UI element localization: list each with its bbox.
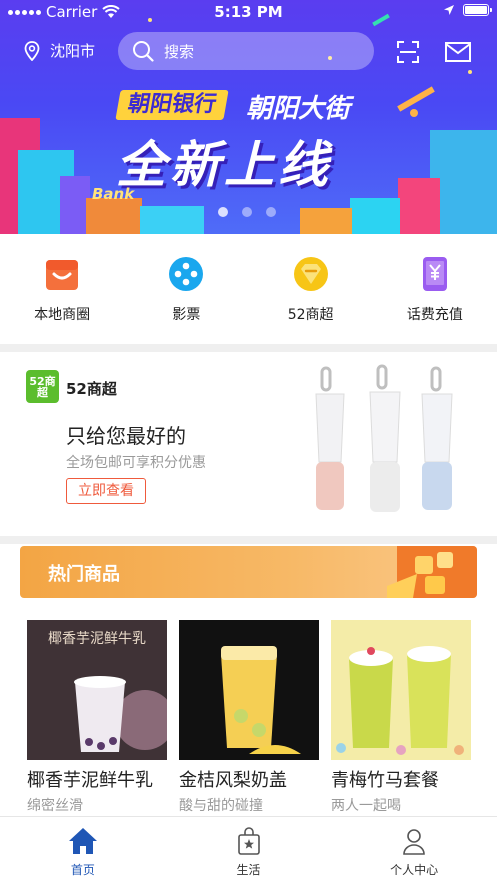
city-label: 沈阳市 (50, 42, 96, 60)
pager-dot[interactable] (218, 207, 228, 217)
product-name: 椰香芋泥鲜牛乳 (27, 770, 153, 791)
kumquat-pineapple-drink-image (179, 620, 319, 760)
tab-label: 首页 (70, 863, 95, 877)
category-movie-tickets[interactable]: 影票 (124, 234, 248, 344)
product-card[interactable]: 金桔风梨奶盖 酸与甜的碰撞 (179, 620, 319, 815)
mail-icon[interactable] (445, 42, 471, 62)
banner-subtitle: 朝阳大街 (246, 94, 351, 124)
tab-home[interactable]: 首页 (0, 817, 166, 883)
product-subtitle: 绵密丝滑 (27, 798, 83, 814)
banner-badge: 朝阳银行 (115, 90, 229, 120)
person-icon (403, 829, 425, 855)
hot-goods-title: 热门商品 (48, 564, 120, 585)
52-market-logo: 52商超 (26, 370, 59, 403)
view-now-button[interactable]: 立即查看 (66, 478, 146, 504)
category-local-business[interactable]: 本地商圈 (0, 234, 124, 344)
product-name: 青梅竹马套餐 (331, 770, 439, 791)
category-52-supermarket[interactable]: 52商超 (249, 234, 373, 344)
category-label: 52商超 (287, 307, 334, 323)
status-bar: Carrier 5:13 PM (0, 0, 497, 24)
promo-description: 全场包邮可享积分优惠 (66, 455, 206, 471)
category-grid: 本地商圈 影票 52商超 话费充值 (0, 234, 497, 344)
product-card[interactable]: 青梅竹马套餐 两人一起喝 (331, 620, 471, 815)
promo-brand: 52商超 (66, 380, 117, 398)
search-placeholder: 搜索 (164, 42, 195, 61)
promo-title: 只给您最好的 (66, 424, 186, 448)
category-label: 影票 (172, 307, 201, 323)
banner-title: 全新上线 (116, 136, 332, 194)
status-right (443, 4, 492, 16)
shopping-bag-icon (46, 260, 79, 290)
product-image (331, 620, 471, 760)
promo-card[interactable]: 52商超 52商超 只给您最好的 全场包邮可享积分优惠 立即查看 (0, 352, 497, 536)
tab-personal-center[interactable]: 个人中心 (331, 817, 497, 883)
location-pin-icon (24, 40, 40, 61)
product-image: 椰香芋泥鲜牛乳 (27, 620, 167, 760)
bank-sign: Bank (92, 185, 135, 203)
diamond-icon (293, 257, 328, 291)
shopping-bag-star-icon (237, 827, 260, 855)
phone-yuan-icon (422, 257, 447, 291)
scan-icon[interactable] (396, 40, 420, 64)
hot-goods-list: 椰香芋泥鲜牛乳 椰香芋泥鲜牛乳 绵密丝滑 金桔风梨奶盖 酸与甜的碰撞 青梅竹马套… (0, 620, 497, 816)
pager-dot[interactable] (266, 207, 276, 217)
film-reel-icon (169, 257, 204, 291)
plum-drink-set-image (331, 620, 471, 760)
top-banner[interactable]: Carrier 5:13 PM 沈阳市 搜索 朝阳银行 朝阳大街 全新上线 Ba… (0, 0, 497, 234)
tab-label: 生活 (236, 863, 261, 877)
tab-life[interactable]: 生活 (166, 817, 332, 883)
product-card[interactable]: 椰香芋泥鲜牛乳 椰香芋泥鲜牛乳 绵密丝滑 (27, 620, 167, 815)
search-icon (133, 41, 154, 62)
section-divider (0, 536, 497, 544)
category-label: 本地商圈 (34, 307, 91, 323)
search-input[interactable]: 搜索 (118, 32, 374, 70)
city-selector[interactable]: 沈阳市 (24, 40, 95, 61)
product-subtitle: 酸与甜的碰撞 (179, 798, 263, 814)
pager-dot[interactable] (242, 207, 252, 217)
category-label: 话费充值 (406, 307, 463, 323)
logo-text: 52商超 (29, 374, 56, 399)
tab-label: 个人中心 (390, 863, 439, 877)
product-image (179, 620, 319, 760)
banner-pager (218, 207, 276, 217)
home-icon (68, 828, 97, 854)
bottom-tab-bar: 首页 生活 个人中心 (0, 816, 497, 883)
blender-bottles-image (315, 364, 453, 512)
hot-goods-banner[interactable]: 热门商品 (20, 546, 477, 598)
product-subtitle: 两人一起喝 (331, 798, 401, 814)
product-image-caption: 椰香芋泥鲜牛乳 (48, 631, 146, 647)
battery-icon (463, 4, 492, 16)
header-row: 沈阳市 搜索 (0, 30, 497, 72)
status-time: 5:13 PM (214, 3, 283, 21)
category-phone-recharge[interactable]: 话费充值 (373, 234, 497, 344)
fruit-illustration (387, 546, 477, 598)
location-arrow-icon (444, 5, 454, 15)
product-name: 金桔风梨奶盖 (179, 770, 287, 791)
section-divider (0, 344, 497, 352)
